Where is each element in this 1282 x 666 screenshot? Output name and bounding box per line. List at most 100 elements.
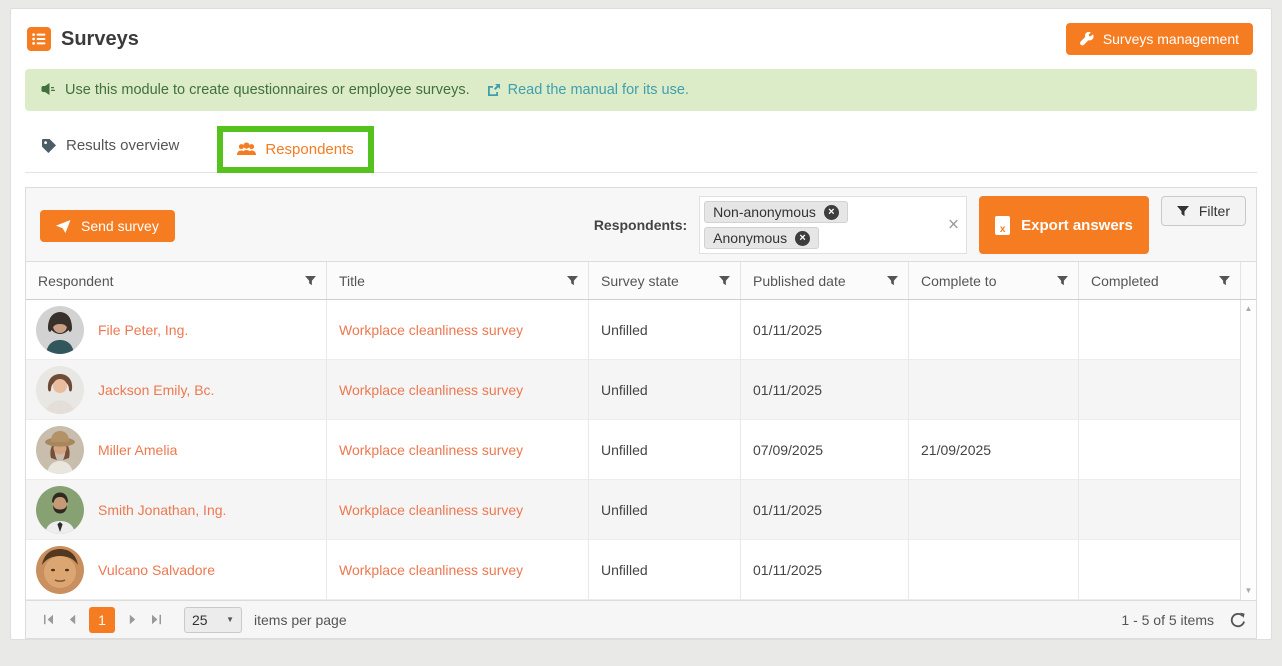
tag-non-anonymous[interactable]: Non-anonymous × bbox=[704, 201, 848, 223]
avatar bbox=[36, 365, 84, 414]
megaphone-icon bbox=[41, 83, 55, 95]
tag-icon bbox=[42, 138, 56, 153]
surveys-icon bbox=[27, 27, 51, 51]
tag-anonymous[interactable]: Anonymous × bbox=[704, 227, 820, 249]
dropdown-caret-icon: ▼ bbox=[226, 615, 234, 624]
published-date-cell: 01/11/2025 bbox=[740, 480, 908, 539]
published-date-cell: 01/11/2025 bbox=[740, 300, 908, 359]
tag-anonymous-label: Anonymous bbox=[713, 230, 788, 246]
table-row[interactable]: Vulcano Salvadore Workplace cleanliness … bbox=[26, 540, 1240, 600]
surveys-page: Surveys Surveys management Use this modu… bbox=[10, 8, 1272, 640]
survey-state-cell: Unfilled bbox=[588, 300, 740, 359]
pager-last-icon[interactable] bbox=[144, 607, 168, 633]
pager-prev-icon[interactable] bbox=[60, 607, 84, 633]
clear-icon[interactable]: × bbox=[948, 216, 959, 235]
send-icon bbox=[56, 219, 71, 233]
column-label: Survey state bbox=[601, 272, 679, 289]
column-header-completed[interactable]: Completed bbox=[1078, 262, 1240, 299]
table-header: Respondent Title Survey state Published … bbox=[26, 262, 1256, 300]
respondents-multiselect[interactable]: Non-anonymous × Anonymous × × bbox=[699, 196, 968, 254]
scroll-down-icon[interactable]: ▼ bbox=[1245, 587, 1253, 595]
pager-range-label: 1 - 5 of 5 items bbox=[1121, 611, 1214, 628]
survey-title-link[interactable]: Workplace cleanliness survey bbox=[339, 562, 523, 578]
vertical-scrollbar[interactable]: ▲ ▼ bbox=[1240, 300, 1256, 600]
table-row[interactable]: Miller Amelia Workplace cleanliness surv… bbox=[26, 420, 1240, 480]
respondent-link[interactable]: Smith Jonathan, Ing. bbox=[98, 502, 226, 518]
respondent-link[interactable]: Vulcano Salvadore bbox=[98, 562, 215, 578]
filter-button[interactable]: Filter bbox=[1160, 196, 1246, 226]
filter-icon[interactable] bbox=[305, 275, 316, 286]
send-survey-button[interactable]: Send survey bbox=[40, 210, 175, 242]
filter-icon[interactable] bbox=[1057, 275, 1068, 286]
table-row[interactable]: Smith Jonathan, Ing. Workplace cleanline… bbox=[26, 480, 1240, 540]
page-title: Surveys bbox=[61, 27, 139, 50]
avatar bbox=[36, 485, 84, 534]
avatar bbox=[36, 545, 84, 594]
header-scroll-spacer bbox=[1240, 262, 1256, 299]
tag-non-anonymous-label: Non-anonymous bbox=[713, 204, 816, 220]
remove-icon[interactable]: × bbox=[795, 230, 811, 246]
manual-link[interactable]: Read the manual for its use. bbox=[487, 82, 689, 98]
tab-results-overview-label: Results overview bbox=[66, 137, 180, 154]
survey-title-link[interactable]: Workplace cleanliness survey bbox=[339, 382, 523, 398]
tab-respondents[interactable]: Respondents bbox=[223, 132, 367, 167]
survey-title-link[interactable]: Workplace cleanliness survey bbox=[339, 502, 523, 518]
filter-icon[interactable] bbox=[1219, 275, 1230, 286]
page-header: Surveys Surveys management bbox=[11, 9, 1271, 65]
published-date-cell: 07/09/2025 bbox=[740, 420, 908, 479]
respondent-link[interactable]: Miller Amelia bbox=[98, 442, 177, 458]
avatar bbox=[36, 305, 84, 354]
people-icon bbox=[237, 142, 257, 155]
tab-respondents-label: Respondents bbox=[265, 140, 354, 158]
toolbar-right: Respondents: Non-anonymous × Anonymous ×… bbox=[594, 196, 1246, 254]
wrench-icon bbox=[1079, 32, 1094, 46]
pager-first-icon[interactable] bbox=[36, 607, 60, 633]
complete-to-cell bbox=[908, 480, 1078, 539]
filter-icon[interactable] bbox=[719, 275, 730, 286]
respondents-filter-label: Respondents: bbox=[593, 217, 688, 233]
tab-results-overview[interactable]: Results overview bbox=[25, 137, 195, 154]
column-header-respondent[interactable]: Respondent bbox=[26, 262, 326, 299]
respondent-link[interactable]: File Peter, Ing. bbox=[98, 322, 188, 338]
column-label: Respondent bbox=[38, 272, 114, 289]
filter-icon[interactable] bbox=[567, 275, 578, 286]
survey-title-link[interactable]: Workplace cleanliness survey bbox=[339, 322, 523, 338]
completed-cell bbox=[1078, 540, 1240, 599]
completed-cell bbox=[1078, 360, 1240, 419]
column-label: Complete to bbox=[921, 272, 997, 289]
external-link-icon bbox=[487, 84, 500, 96]
column-header-complete-to[interactable]: Complete to bbox=[908, 262, 1078, 299]
scroll-up-icon[interactable]: ▲ bbox=[1245, 305, 1253, 313]
export-answers-label: Export answers bbox=[1021, 216, 1133, 234]
column-label: Title bbox=[339, 272, 365, 289]
column-header-title[interactable]: Title bbox=[326, 262, 588, 299]
table-row[interactable]: File Peter, Ing. Workplace cleanliness s… bbox=[26, 300, 1240, 360]
column-label: Published date bbox=[753, 272, 846, 289]
filter-button-label: Filter bbox=[1198, 203, 1230, 219]
page-size-select[interactable]: 25 ▼ bbox=[184, 606, 242, 633]
survey-state-cell: Unfilled bbox=[588, 540, 740, 599]
respondents-grid: Send survey Respondents: Non-anonymous ×… bbox=[25, 187, 1257, 639]
respondent-link[interactable]: Jackson Emily, Bc. bbox=[98, 382, 214, 398]
surveys-management-label: Surveys management bbox=[1102, 31, 1239, 47]
remove-icon[interactable]: × bbox=[823, 204, 839, 220]
pager-next-icon[interactable] bbox=[120, 607, 144, 633]
pager-page-1[interactable]: 1 bbox=[89, 606, 115, 633]
completed-cell bbox=[1078, 480, 1240, 539]
complete-to-cell bbox=[908, 360, 1078, 419]
survey-title-link[interactable]: Workplace cleanliness survey bbox=[339, 442, 523, 458]
table-row[interactable]: Jackson Emily, Bc. Workplace cleanliness… bbox=[26, 360, 1240, 420]
filter-icon bbox=[1176, 205, 1189, 216]
send-survey-label: Send survey bbox=[81, 218, 159, 234]
filter-icon[interactable] bbox=[887, 275, 898, 286]
surveys-management-button[interactable]: Surveys management bbox=[1065, 23, 1253, 55]
export-answers-button[interactable]: Export answers bbox=[979, 196, 1149, 254]
info-banner: Use this module to create questionnaires… bbox=[25, 69, 1257, 111]
column-header-survey-state[interactable]: Survey state bbox=[588, 262, 740, 299]
banner-text: Use this module to create questionnaires… bbox=[65, 82, 470, 98]
survey-state-cell: Unfilled bbox=[588, 480, 740, 539]
column-header-published-date[interactable]: Published date bbox=[740, 262, 908, 299]
refresh-icon[interactable] bbox=[1230, 612, 1246, 628]
page-size-value: 25 bbox=[192, 611, 208, 628]
items-per-page-label: items per page bbox=[254, 611, 347, 628]
